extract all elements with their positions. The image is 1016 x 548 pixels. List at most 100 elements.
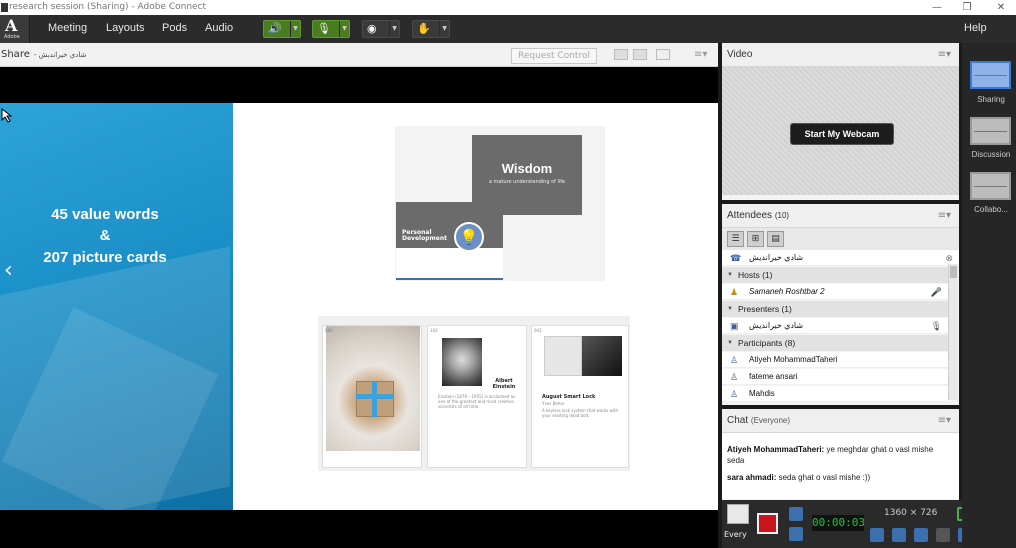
group-presenters[interactable]: ▼ Presenters (1) [722, 301, 948, 317]
chat-text: seda ghat o vasl mishe :)) [778, 473, 871, 482]
previous-slide-arrow-icon[interactable]: ‹ [4, 258, 13, 283]
attendee-row[interactable]: ♙ Atiyeh MohammadTaheri [722, 352, 948, 368]
attendee-name: Samaneh Roshtbar 2 [749, 287, 825, 296]
pd-card-line2: Development [402, 235, 447, 242]
scrollbar-thumb[interactable] [950, 266, 957, 278]
my-name: شادي خيرانديش [749, 253, 804, 262]
adobe-logo: A Adobe [0, 15, 30, 43]
layout-discussion-label[interactable]: Discussion [966, 150, 1016, 159]
slide-blue-panel: 45 value words & 207 picture cards ‹ [0, 103, 233, 510]
microphone-muted-icon: 🎤 [930, 287, 942, 297]
webcam-button[interactable]: ◉ ▼ [362, 20, 400, 38]
group-label: Presenters (1) [738, 304, 792, 314]
expand-arrow-icon: ▼ [727, 340, 733, 346]
card-title: Albert Einstein [492, 378, 516, 390]
adobe-logo-text: Adobe [4, 34, 20, 40]
app-icon [1, 3, 8, 12]
card-subtitle: Yves Behar [542, 401, 565, 406]
chevron-down-icon[interactable]: ▼ [439, 21, 449, 37]
attendee-status-view-icon[interactable]: ▤ [767, 231, 784, 247]
presenter-user-icon: ▣ [730, 321, 739, 331]
share-pod-title: Share [1, 49, 30, 60]
smart-lock-phone-photo [582, 336, 622, 376]
attendee-list-view-icon[interactable]: ☰ [727, 231, 744, 247]
attendee-row[interactable]: ♙ fateme ansari [722, 369, 948, 385]
speaker-button[interactable]: 🔊 ▼ [263, 20, 301, 38]
pod-menu-icon[interactable]: ≡▾ [694, 49, 707, 60]
chat-pod: Chat (Everyone) ≡▾ Atiyeh MohammadTaheri… [722, 409, 959, 501]
participant-user-icon: ♙ [730, 372, 739, 382]
attendees-pod-header: Attendees (10) ≡▾ [722, 204, 959, 228]
chevron-down-icon[interactable]: ▼ [339, 21, 349, 37]
picture-card-gift: 089 [322, 325, 422, 468]
group-participants[interactable]: ▼ Participants (8) [722, 335, 948, 351]
chevron-down-icon[interactable]: ▼ [389, 21, 399, 37]
microphone-icon[interactable] [892, 528, 906, 542]
layout-divider [974, 75, 1007, 76]
gift-ribbon [372, 381, 377, 417]
fit-width-icon[interactable] [614, 49, 628, 60]
actual-size-icon[interactable] [633, 49, 647, 60]
card-number: 089 [325, 328, 333, 333]
pointer-icon[interactable] [936, 528, 950, 542]
chat-input-field[interactable] [727, 504, 749, 524]
attendee-row[interactable]: ♟ Samaneh Roshtbar 2 🎤 [722, 284, 948, 300]
shared-slide: 45 value words & 207 picture cards ‹ Wis… [0, 103, 718, 510]
microphone-button[interactable]: 🎙 ▼ [312, 20, 350, 38]
pod-menu-icon[interactable]: ≡▾ [938, 210, 951, 221]
menu-help[interactable]: Help [964, 22, 987, 34]
attendee-name: fateme ansari [749, 372, 798, 381]
attendees-count: (10) [774, 211, 790, 220]
menu-meeting[interactable]: Meeting [48, 22, 87, 34]
start-webcam-button[interactable]: Start My Webcam [790, 123, 894, 145]
pause-icon[interactable] [789, 527, 803, 541]
chat-pod-header: Chat (Everyone) ≡▾ [722, 409, 959, 433]
video-area: Start My Webcam [722, 67, 959, 195]
layout-collaboration-thumbnail[interactable] [970, 172, 1011, 200]
minimize-button[interactable]: — [930, 0, 944, 15]
layout-sharing-thumbnail[interactable] [970, 61, 1011, 89]
attendee-name: Mahdis [749, 389, 775, 398]
gift-ribbon-cross [356, 394, 394, 399]
layout-sharing-label[interactable]: Sharing [966, 95, 1016, 104]
pd-card-label: Personal Development [402, 230, 447, 242]
layout-collaboration-label[interactable]: Collabo... [966, 205, 1016, 214]
layout-divider [974, 131, 1007, 132]
layout-discussion-thumbnail[interactable] [970, 117, 1011, 145]
menu-layouts[interactable]: Layouts [106, 22, 145, 34]
share-pod-presenter: - شادي خيرانديش [34, 51, 87, 59]
request-control-button[interactable]: Request Control [511, 48, 597, 64]
camera-icon[interactable] [789, 507, 803, 521]
my-status-row[interactable]: ☎ شادي خيرانديش ⊗ [722, 250, 959, 266]
group-label: Hosts (1) [738, 270, 773, 280]
phone-icon: ☎ [730, 253, 742, 263]
record-stop-button[interactable] [757, 513, 778, 534]
card-number: 102 [430, 328, 438, 333]
layout-divider [974, 186, 1007, 187]
attendees-scrollbar[interactable] [948, 264, 958, 400]
close-button[interactable]: ✕ [994, 0, 1008, 15]
pod-menu-icon[interactable]: ≡▾ [938, 49, 951, 60]
group-hosts[interactable]: ▼ Hosts (1) [722, 267, 948, 283]
fullscreen-icon[interactable] [656, 49, 670, 60]
volume-icon[interactable] [870, 528, 884, 542]
smart-lock-photo [544, 336, 582, 376]
restore-button[interactable]: ❐ [960, 0, 974, 15]
webcam-icon: ◉ [367, 22, 377, 35]
attendee-row[interactable]: ♙ Mahdis [722, 386, 948, 402]
breakout-rooms-icon[interactable]: ⊞ [747, 231, 764, 247]
menu-audio[interactable]: Audio [205, 22, 233, 34]
window-title: research session (Sharing) - Adobe Conne… [9, 2, 207, 12]
webcam-icon[interactable] [914, 528, 928, 542]
lightbulb-icon: 💡 [454, 222, 484, 252]
pod-menu-icon[interactable]: ≡▾ [938, 415, 951, 426]
menu-pods[interactable]: Pods [162, 22, 187, 34]
attendee-name: Atiyeh MohammadTaheri [749, 355, 838, 364]
adobe-connect-window: research session (Sharing) - Adobe Conne… [0, 0, 1016, 548]
chat-recipient-select[interactable]: Every [724, 530, 747, 539]
host-user-icon: ♟ [730, 287, 739, 297]
chevron-down-icon[interactable]: ▼ [290, 21, 300, 37]
adobe-logo-mark: A [5, 16, 18, 35]
status-button[interactable]: ✋ ▼ [412, 20, 450, 38]
attendee-row[interactable]: ▣ شادي خيرانديش 🎙 [722, 318, 948, 334]
